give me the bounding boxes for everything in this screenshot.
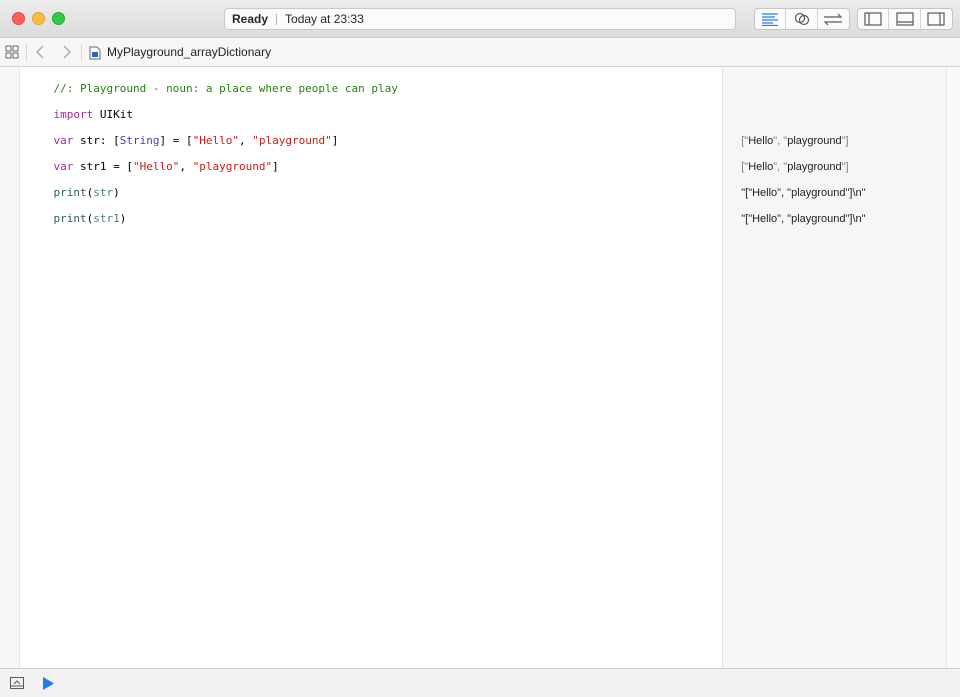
code-text: , xyxy=(179,160,193,173)
code-line-4: var str1 = ["Hello", "playground"] xyxy=(27,143,279,173)
activity-viewer: Ready Today at 23:33 xyxy=(224,8,736,30)
jump-bar: MyPlayground_arrayDictionary xyxy=(0,38,960,67)
code-line-5: print(str) xyxy=(27,169,120,199)
zoom-window-button[interactable] xyxy=(52,12,65,25)
assistant-editor-button[interactable] xyxy=(786,9,818,29)
run-playground-icon[interactable] xyxy=(42,677,54,690)
code-line-2: import UIKit xyxy=(27,91,134,121)
version-editor-button[interactable] xyxy=(818,9,849,29)
debug-bar xyxy=(0,668,960,697)
vertical-scrollbar[interactable] xyxy=(946,67,960,668)
toggle-debug-area-button[interactable] xyxy=(889,9,921,29)
minimize-window-button[interactable] xyxy=(32,12,45,25)
code-text: ] xyxy=(272,160,279,173)
status-divider xyxy=(276,13,278,25)
view-toggle-segmented-control xyxy=(857,8,953,30)
result-value: "["Hello", "playground"]\n" xyxy=(741,213,866,225)
version-editor-icon xyxy=(823,13,843,26)
result-row-2[interactable]: ["Hello", "playground"] xyxy=(729,143,848,173)
editor-mode-segmented-control xyxy=(754,8,850,30)
toggle-utilities-button[interactable] xyxy=(921,9,952,29)
source-editor[interactable]: //: Playground - noun: a place where peo… xyxy=(20,67,722,668)
related-items-grid-icon[interactable] xyxy=(5,45,19,59)
code-line-1: //: Playground - noun: a place where peo… xyxy=(27,65,398,95)
status-text: Ready xyxy=(232,12,269,26)
code-string: "Hello" xyxy=(132,160,180,173)
debug-area-panel-icon xyxy=(895,12,914,26)
code-variable: str1 xyxy=(93,212,120,225)
jump-bar-divider xyxy=(26,44,27,61)
code-text: ) xyxy=(119,212,127,225)
result-row-3[interactable]: "["Hello", "playground"]\n" xyxy=(729,169,865,199)
breadcrumb-file-name[interactable]: MyPlayground_arrayDictionary xyxy=(107,45,271,59)
forward-chevron-icon[interactable] xyxy=(62,45,72,59)
toggle-navigator-button[interactable] xyxy=(858,9,890,29)
code-text: ] xyxy=(331,134,339,147)
result-row-4[interactable]: "["Hello", "playground"]\n" xyxy=(729,195,865,225)
back-chevron-icon[interactable] xyxy=(35,45,45,59)
editor-gutter xyxy=(0,67,20,668)
code-string: "playground" xyxy=(192,160,273,173)
jump-bar-divider xyxy=(81,44,82,61)
results-sidebar: ["Hello", "playground"] ["Hello", "playg… xyxy=(722,67,946,668)
standard-editor-button[interactable] xyxy=(755,9,787,29)
code-function: print xyxy=(53,212,87,225)
navigator-panel-icon xyxy=(864,12,882,26)
code-line-3: var str: [String] = ["Hello", "playgroun… xyxy=(27,117,339,147)
hide-debug-area-icon[interactable] xyxy=(10,677,24,689)
window-titlebar: Ready Today at 23:33 xyxy=(0,0,960,38)
assistant-editor-icon xyxy=(794,12,809,26)
code-line-6: print(str1) xyxy=(27,195,127,225)
standard-editor-icon xyxy=(762,13,779,26)
result-row-1[interactable]: ["Hello", "playground"] xyxy=(729,117,848,147)
utilities-panel-icon xyxy=(927,12,945,26)
status-timestamp: Today at 23:33 xyxy=(285,12,364,26)
close-window-button[interactable] xyxy=(12,12,25,25)
playground-file-icon xyxy=(89,46,101,60)
